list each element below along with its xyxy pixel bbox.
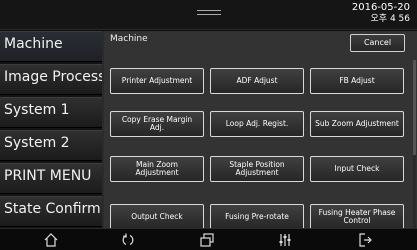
button-label: Fusing Heater Phase Control: [318, 207, 396, 225]
fb-adjust-button[interactable]: FB Adjust: [310, 68, 404, 94]
pull-down-handle[interactable]: [197, 10, 221, 18]
logout-icon[interactable]: [357, 232, 373, 248]
sidebar-item-image-process[interactable]: Image Process: [0, 64, 103, 95]
output-check-button[interactable]: Output Check: [110, 204, 204, 230]
copy-windows-icon[interactable]: [199, 232, 215, 248]
button-label: FB Adjust: [339, 75, 375, 85]
panel-title: Machine: [110, 34, 148, 44]
fusing-heater-phase-control-button[interactable]: Fusing Heater Phase Control: [310, 204, 404, 230]
sidebar-item-print-menu[interactable]: PRINT MENU: [0, 163, 103, 194]
printer-adjustment-button[interactable]: Printer Adjustment: [110, 68, 204, 94]
sidebar: Machine Image Process System 1 System 2 …: [0, 31, 103, 228]
button-label: Fusing Pre-rotate: [225, 211, 289, 221]
scrollbar-thumb[interactable]: [413, 60, 416, 155]
fusing-pre-rotate-button[interactable]: Fusing Pre-rotate: [210, 204, 304, 230]
button-label: Main Zoom Adjustment: [135, 159, 179, 177]
button-label: Staple Position Adjustment: [229, 159, 285, 177]
home-icon[interactable]: [43, 232, 59, 248]
button-label: ADF Adjust: [236, 75, 278, 85]
main-zoom-adjustment-button[interactable]: Main Zoom Adjustment: [110, 156, 204, 182]
bottom-nav-bar: [0, 228, 417, 250]
input-check-button[interactable]: Input Check: [310, 156, 404, 182]
button-label: Sub Zoom Adjustment: [315, 118, 399, 128]
loop-adj-regist-button[interactable]: Loop Adj. Regist.: [210, 111, 304, 137]
button-label: Output Check: [131, 211, 183, 221]
sidebar-item-system-1[interactable]: System 1: [0, 97, 103, 128]
staple-position-adjustment-button[interactable]: Staple Position Adjustment: [210, 156, 304, 182]
copy-erase-margin-adj-button[interactable]: Copy Erase Margin Adj.: [110, 111, 204, 137]
sidebar-item-state-confirm[interactable]: State Confirm: [0, 196, 103, 227]
status-time: 오후 4 56: [370, 14, 410, 24]
button-label: Printer Adjustment: [121, 75, 193, 85]
machine-panel: Machine Cancel Printer Adjustment ADF Ad…: [104, 31, 417, 230]
sub-zoom-adjustment-button[interactable]: Sub Zoom Adjustment: [310, 111, 404, 137]
cancel-button[interactable]: Cancel: [350, 34, 405, 52]
sidebar-item-system-2[interactable]: System 2: [0, 130, 103, 161]
status-date: 2016-05-20: [351, 2, 410, 13]
button-label: Copy Erase Margin Adj.: [121, 114, 193, 132]
adf-adjust-button[interactable]: ADF Adjust: [210, 68, 304, 94]
sliders-icon[interactable]: [277, 232, 293, 248]
status-bar: 2016-05-20 오후 4 56: [0, 0, 417, 30]
sidebar-item-machine[interactable]: Machine: [0, 31, 103, 62]
refresh-icon[interactable]: [120, 232, 136, 248]
button-label: Loop Adj. Regist.: [225, 118, 289, 128]
button-label: Input Check: [334, 163, 380, 173]
